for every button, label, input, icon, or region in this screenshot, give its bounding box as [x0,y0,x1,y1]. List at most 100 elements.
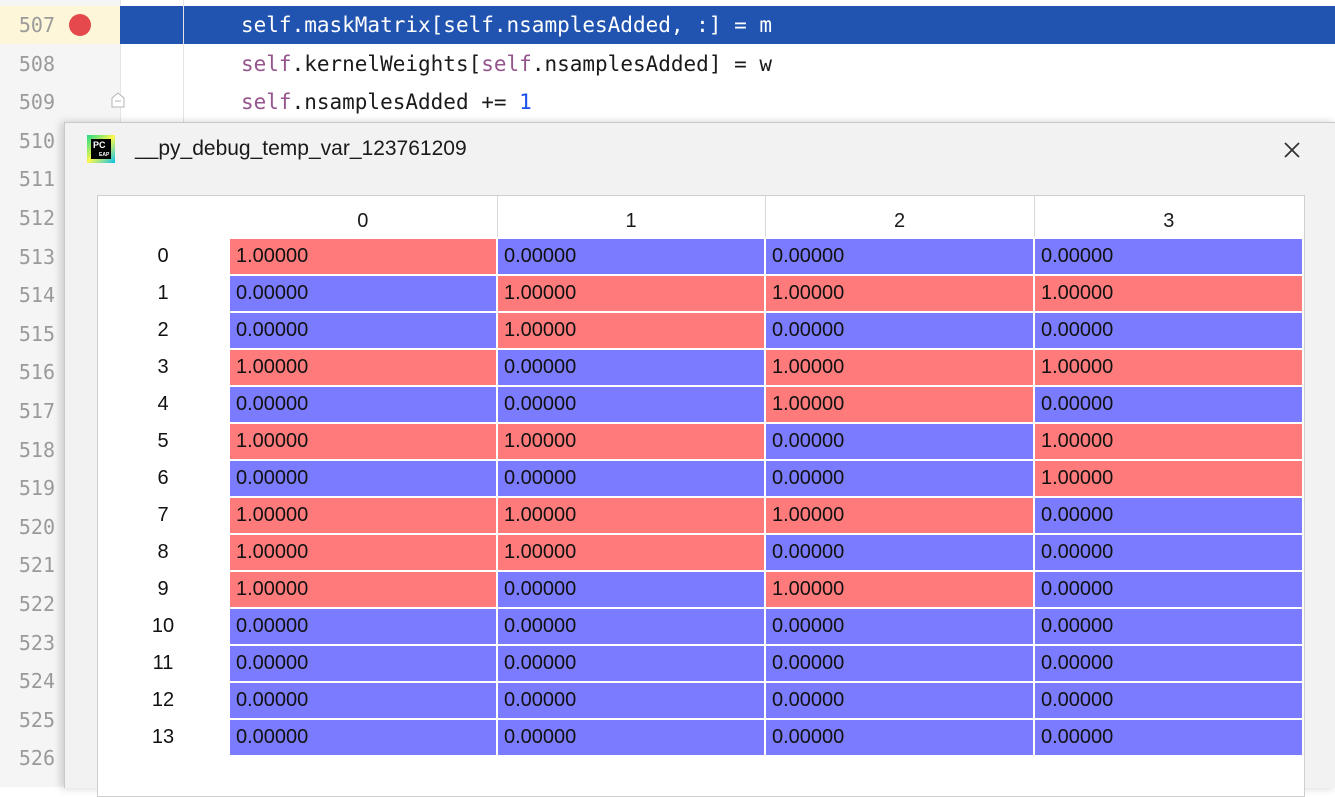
table-cell[interactable]: 1.00000 [1033,348,1304,387]
table-row[interactable]: 0 1.00000 0.00000 0.00000 0.00000 [98,237,1304,276]
code-token: self [241,13,292,37]
code-token: .nsamplesAdded, :] = m [493,13,773,37]
table-cell[interactable]: 0.00000 [764,607,1035,646]
table-row[interactable]: 11 0.00000 0.00000 0.00000 0.00000 [98,644,1304,683]
table-cell[interactable]: 0.00000 [496,718,766,757]
table-cell[interactable]: 0.00000 [496,570,766,609]
table-cell[interactable]: 1.00000 [764,496,1035,535]
table-cell[interactable]: 0.00000 [1033,718,1304,757]
table-cell[interactable]: 1.00000 [228,570,498,609]
table-row[interactable]: 12 0.00000 0.00000 0.00000 0.00000 [98,681,1304,720]
variable-viewer-dialog: PC EAP __py_debug_temp_var_123761209 012… [64,122,1335,797]
table-cell[interactable]: 0.00000 [764,237,1035,276]
line-number: 524 [18,669,55,694]
table-cell[interactable]: 1.00000 [1033,422,1304,461]
table-cell[interactable]: 0.00000 [764,681,1035,720]
table-cell[interactable]: 0.00000 [1033,644,1304,683]
code-token: self [241,51,292,76]
table-cell[interactable]: 0.00000 [764,718,1035,757]
table-cell[interactable]: 0.00000 [764,533,1035,572]
table-cell[interactable]: 1.00000 [496,496,766,535]
breakpoint-icon[interactable] [69,14,91,36]
table-corner-header [98,196,229,238]
table-cell[interactable]: 0.00000 [228,718,498,757]
dialog-titlebar[interactable]: PC EAP __py_debug_temp_var_123761209 [65,123,1335,177]
data-table-frame[interactable]: 0123 0 1.00000 0.00000 0.00000 0.00000 1 0.000… [97,195,1305,797]
table-row[interactable]: 6 0.00000 0.00000 0.00000 1.00000 [98,459,1304,498]
table-cell[interactable]: 1.00000 [228,533,498,572]
row-index: 3 [98,349,229,386]
table-cell[interactable]: 1.00000 [764,348,1035,387]
table-row[interactable]: 13 0.00000 0.00000 0.00000 0.00000 [98,718,1304,757]
table-row[interactable]: 2 0.00000 1.00000 0.00000 0.00000 [98,311,1304,350]
table-cell[interactable]: 0.00000 [1033,570,1304,609]
code-line[interactable]: self.kernelWeights[self.nsamplesAdded] =… [241,45,772,83]
line-number: 526 [18,746,55,771]
table-row[interactable]: 8 1.00000 1.00000 0.00000 0.00000 [98,533,1304,572]
table-row[interactable]: 4 0.00000 0.00000 1.00000 0.00000 [98,385,1304,424]
table-cell[interactable]: 0.00000 [764,422,1035,461]
table-cell[interactable]: 1.00000 [1033,274,1304,313]
table-cell[interactable]: 1.00000 [764,274,1035,313]
table-cell[interactable]: 1.00000 [496,311,766,350]
table-cell[interactable]: 1.00000 [228,237,498,276]
column-header[interactable]: 3 [1034,196,1303,238]
table-row[interactable]: 3 1.00000 0.00000 1.00000 1.00000 [98,348,1304,387]
table-row[interactable]: 7 1.00000 1.00000 1.00000 0.00000 [98,496,1304,535]
table-cell[interactable]: 1.00000 [496,533,766,572]
table-cell[interactable]: 1.00000 [1033,459,1304,498]
code-line[interactable]: self.maskMatrix[self.nsamplesAdded, :] =… [241,6,772,44]
fold-icon[interactable] [111,92,125,108]
table-cell[interactable]: 0.00000 [228,681,498,720]
table-cell[interactable]: 1.00000 [228,348,498,387]
table-row[interactable]: 9 1.00000 0.00000 1.00000 0.00000 [98,570,1304,609]
table-row[interactable]: 1 0.00000 1.00000 1.00000 1.00000 [98,274,1304,313]
table-cell[interactable]: 0.00000 [228,311,498,350]
table-cell[interactable]: 0.00000 [1033,237,1304,276]
row-index: 13 [98,719,229,756]
table-cell[interactable]: 0.00000 [496,644,766,683]
table-cell[interactable]: 0.00000 [764,644,1035,683]
table-cell[interactable]: 0.00000 [1033,607,1304,646]
table-cell[interactable]: 0.00000 [496,681,766,720]
table-cell[interactable]: 0.00000 [1033,311,1304,350]
close-icon[interactable] [1277,135,1307,165]
table-cell[interactable]: 0.00000 [228,385,498,424]
table-cell[interactable]: 1.00000 [228,496,498,535]
pycharm-icon-text: PC [93,140,106,150]
table-cell[interactable]: 0.00000 [496,607,766,646]
table-cell[interactable]: 0.00000 [228,459,498,498]
table-cell[interactable]: 0.00000 [496,459,766,498]
table-cell[interactable]: 0.00000 [1033,681,1304,720]
code-token: self [481,51,532,76]
table-cell[interactable]: 0.00000 [1033,533,1304,572]
table-cell[interactable]: 0.00000 [228,607,498,646]
table-cell[interactable]: 1.00000 [228,422,498,461]
table-cell[interactable]: 1.00000 [496,274,766,313]
row-index: 11 [98,645,229,682]
line-number: 523 [18,630,55,655]
row-index: 12 [98,682,229,719]
table-cell[interactable]: 0.00000 [228,274,498,313]
table-cell[interactable]: 0.00000 [496,348,766,387]
table-row[interactable]: 5 1.00000 1.00000 0.00000 1.00000 [98,422,1304,461]
table-cell[interactable]: 1.00000 [764,570,1035,609]
table-cell[interactable]: 0.00000 [228,644,498,683]
code-token: self [443,13,494,37]
table-cell[interactable]: 0.00000 [1033,385,1304,424]
column-header[interactable]: 1 [497,196,766,238]
line-number: 525 [18,707,55,732]
table-cell[interactable]: 0.00000 [496,385,766,424]
table-cell[interactable]: 0.00000 [764,311,1035,350]
code-token: self [241,90,292,115]
table-cell[interactable]: 1.00000 [496,422,766,461]
table-cell[interactable]: 0.00000 [496,237,766,276]
table-cell[interactable]: 0.00000 [1033,496,1304,535]
column-header[interactable]: 2 [765,196,1035,238]
table-row[interactable]: 10 0.00000 0.00000 0.00000 0.00000 [98,607,1304,646]
table-cell[interactable]: 0.00000 [764,459,1035,498]
table-cell[interactable]: 1.00000 [764,385,1035,424]
column-header[interactable]: 0 [229,196,498,238]
data-table[interactable]: 0123 0 1.00000 0.00000 0.00000 0.00000 1 0.000… [98,196,1304,757]
code-line[interactable]: self.nsamplesAdded += 1 [241,83,532,121]
